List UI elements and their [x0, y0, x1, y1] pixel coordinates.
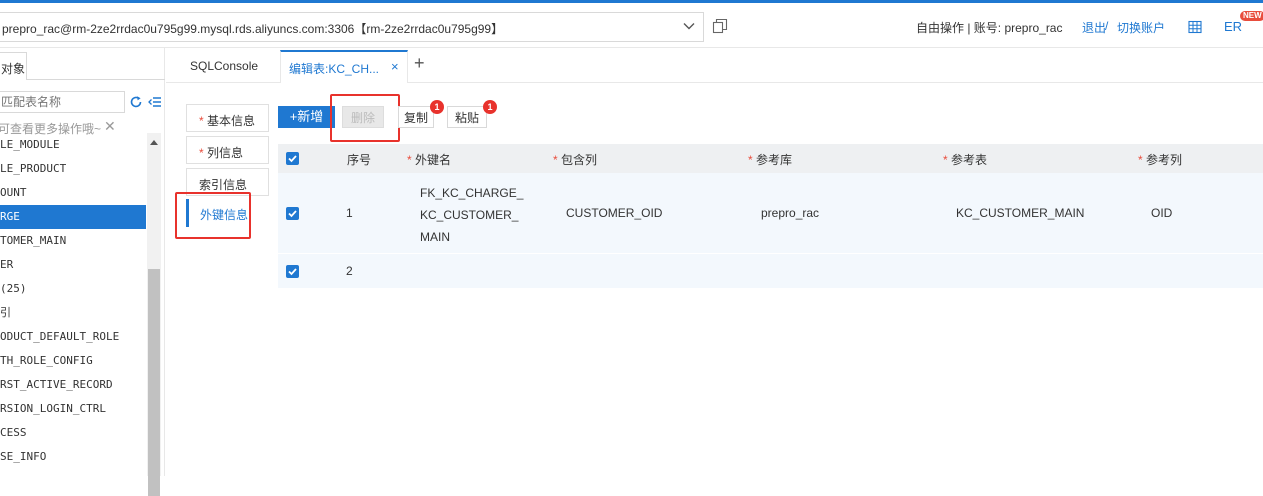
table-list-item[interactable]: ER [0, 253, 146, 277]
required-mark: * [1138, 153, 1143, 167]
check-icon [288, 155, 297, 163]
annotation-highlight-box [330, 94, 400, 142]
table-list-item[interactable]: CESS [0, 421, 146, 445]
tab-edit-table-label: 编辑表:KC_CH... [289, 62, 380, 76]
scroll-up-icon[interactable] [150, 140, 158, 145]
table-list-item[interactable]: LE_MODULE [0, 133, 146, 157]
table-header: 序号 * 外键名 * 包含列 * 参考库 * 参考表 * 参考列 [278, 144, 1263, 173]
header-text: 包含列 [561, 153, 598, 167]
sidenav-column-info-label: * 列信息 [199, 144, 243, 161]
fk-name-line: KC_CUSTOMER_ [420, 208, 519, 222]
scrollbar-thumb[interactable] [148, 269, 160, 496]
close-icon[interactable]: × [391, 59, 399, 74]
table-list-item[interactable]: RGE [0, 205, 146, 229]
notification-badge: 1 [430, 100, 444, 114]
cell-fk-name[interactable]: FK_KC_CHARGE_ KC_CUSTOMER_ MAIN [420, 182, 523, 248]
sidenav-column-info[interactable]: * 列信息 [186, 136, 269, 164]
fk-name-line: MAIN [420, 230, 450, 244]
table-row[interactable]: 1 FK_KC_CHARGE_ KC_CUSTOMER_ MAIN CUSTOM… [278, 173, 1263, 253]
cell-ref-db[interactable]: prepro_rac [761, 206, 819, 220]
table-list-item[interactable]: ODUCT_DEFAULT_ROLE [0, 325, 146, 349]
new-badge: NEW [1240, 11, 1263, 21]
sidenav-basic-info[interactable]: * 基本信息 [186, 104, 269, 132]
header-fk-name: * 外键名 [407, 151, 451, 168]
table-list: LE_MODULE LE_PRODUCT OUNT RGE TOMER_MAIN ER (2… [0, 133, 146, 476]
header-seq: 序号 [347, 153, 372, 167]
header-ref-table: * 参考表 [943, 151, 987, 168]
required-mark: * [199, 146, 204, 160]
required-mark: * [748, 153, 753, 167]
sidenav-text: 列信息 [207, 146, 244, 160]
objects-tab[interactable]: 对象 [0, 52, 27, 80]
top-bar: prepro_rac@rm-2ze2rrdac0u795g99.mysql.rd… [0, 3, 1263, 48]
er-diagram-link[interactable]: ER [1224, 19, 1242, 34]
table-list-item[interactable]: TH_ROLE_CONFIG [0, 349, 146, 373]
connection-select[interactable]: prepro_rac@rm-2ze2rrdac0u795g99.mysql.rd… [0, 12, 704, 42]
table-list-item[interactable]: 引 [0, 301, 146, 325]
check-icon [288, 210, 297, 218]
link-separator: / [1105, 19, 1109, 33]
cell-ref-col[interactable]: OID [1151, 206, 1172, 220]
table-list-item[interactable]: SE_INFO [0, 445, 146, 469]
list-menu-icon[interactable] [148, 95, 162, 109]
add-tab-icon[interactable]: + [414, 53, 425, 74]
switch-account-link[interactable]: 切换账户 [1117, 19, 1165, 36]
copy-button[interactable]: 复制 [398, 106, 434, 128]
tab-underline [27, 79, 165, 80]
tab-sqlconsole[interactable]: SQLConsole [190, 59, 258, 73]
table-filter-input[interactable] [0, 91, 125, 113]
mode-account-text: 自由操作 | 账号: prepro_rac [916, 21, 1063, 35]
sidenav-index-info-label: 索引信息 [199, 178, 248, 192]
table-grid-icon[interactable] [1188, 20, 1202, 34]
header-text: 外键名 [415, 153, 452, 167]
notification-badge: 1 [483, 100, 497, 114]
table-list-item[interactable]: TOMER_MAIN [0, 229, 146, 253]
table-list-item[interactable]: LE_PRODUCT [0, 157, 146, 181]
copy-icon[interactable] [712, 18, 728, 34]
object-panel: 对象 可查看更多操作哦~ ✕ LE_MODULELE_PRODUCTOUNTRG… [0, 48, 165, 496]
table-row[interactable]: 2 [278, 254, 1263, 288]
add-button[interactable]: +新增 [278, 106, 335, 128]
table-list-item[interactable]: RST_ACTIVE_RECORD [0, 373, 146, 397]
cell-ref-table[interactable]: KC_CUSTOMER_MAIN [956, 206, 1084, 220]
required-mark: * [407, 153, 412, 167]
editor-tabs: SQLConsole 编辑表:KC_CH... × + [166, 48, 1263, 83]
header-text: 参考列 [1146, 153, 1183, 167]
tab-edit-table[interactable]: 编辑表:KC_CH... × [280, 50, 408, 83]
connection-text: prepro_rac@rm-2ze2rrdac0u795g99.mysql.rd… [2, 22, 504, 36]
row-checkbox[interactable] [286, 207, 299, 220]
required-mark: * [553, 153, 558, 167]
cell-seq: 1 [346, 206, 353, 220]
annotation-highlight-box [175, 192, 251, 239]
header-include-col: * 包含列 [553, 151, 597, 168]
header-ref-db: * 参考库 [748, 151, 792, 168]
header-text: 参考表 [951, 153, 988, 167]
sidenav-text: 基本信息 [207, 114, 256, 128]
check-icon [288, 268, 297, 276]
required-mark: * [199, 114, 204, 128]
cell-seq: 2 [346, 264, 353, 278]
sidenav-basic-info-label: * 基本信息 [199, 112, 255, 129]
header-text: 参考库 [756, 153, 793, 167]
logout-link[interactable]: 退出 [1082, 19, 1106, 36]
objects-tab-label: 对象 [1, 62, 26, 76]
chevron-down-icon [683, 23, 695, 30]
table-list-item[interactable]: RSION_LOGIN_CTRL [0, 397, 146, 421]
header-ref-col: * 参考列 [1138, 151, 1182, 168]
refresh-icon[interactable] [129, 95, 143, 109]
table-list-item[interactable]: OUNT [0, 181, 146, 205]
required-mark: * [943, 153, 948, 167]
cell-include-col[interactable]: CUSTOMER_OID [566, 206, 662, 220]
paste-button[interactable]: 粘贴 [447, 106, 487, 128]
fk-name-line: FK_KC_CHARGE_ [420, 186, 524, 200]
select-all-checkbox[interactable] [286, 152, 299, 165]
foreign-key-table: 序号 * 外键名 * 包含列 * 参考库 * 参考表 * 参考列 1 FK_KC… [278, 144, 1263, 288]
row-checkbox[interactable] [286, 265, 299, 278]
table-list-item[interactable]: (25) [0, 277, 146, 301]
